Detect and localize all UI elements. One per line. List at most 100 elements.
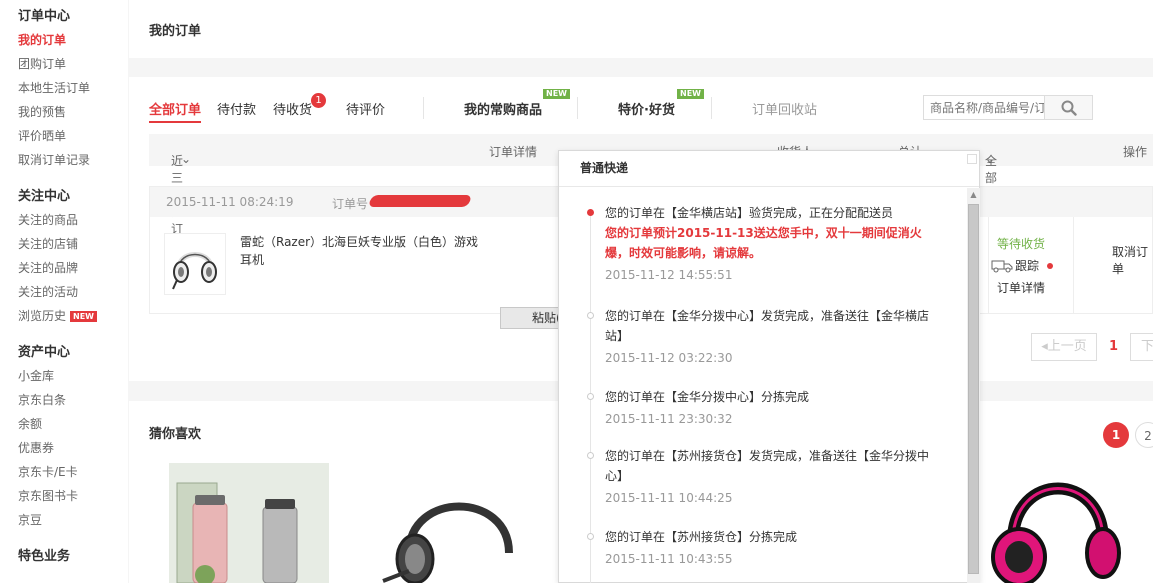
prev-page-button[interactable]: ◂上一页 <box>1031 333 1097 361</box>
search-button[interactable] <box>1044 96 1092 119</box>
event-text: 您的订单在【金华分拨中心】发货完成，准备送往【金华横店站】 <box>605 309 930 343</box>
cancel-order-link[interactable]: 取消订单 <box>1112 243 1152 277</box>
tracking-event: 您的订单在【苏州接货仓】分拣完成 2015-11-11 10:43:55 <box>605 527 945 569</box>
sidebar-group-orders: 订单中心 我的订单 团购订单 本地生活订单 我的预售 评价晒单 取消订单记录 <box>18 6 128 172</box>
sidebar-heading: 资产中心 <box>18 345 71 360</box>
sidebar-heading: 特色业务 <box>18 549 71 564</box>
order-search <box>923 95 1093 120</box>
tab-all-orders[interactable]: 全部订单 <box>149 99 202 123</box>
recommendations-page-2[interactable]: 2 <box>1135 422 1153 448</box>
sidebar-item-balance[interactable]: 余额 <box>18 412 128 436</box>
sidebar-item-jd-beans[interactable]: 京豆 <box>18 508 128 532</box>
tab-pending-receipt[interactable]: 待收货 <box>273 99 312 118</box>
event-time: 2015-11-11 23:30:32 <box>605 412 733 426</box>
scroll-thumb[interactable] <box>968 204 979 574</box>
chevron-down-icon: ⌄ <box>985 152 996 166</box>
scroll-up-arrow-icon[interactable]: ▲ <box>967 188 980 202</box>
sidebar-group-special: 特色业务 <box>18 546 128 568</box>
col-ops: 操作 <box>1123 145 1148 159</box>
event-time: 2015-11-12 14:55:51 <box>605 268 733 282</box>
tracking-event: 您的订单在【金华分拨中心】分拣完成 2015-11-11 23:30:32 <box>605 387 945 429</box>
sidebar-item-vault[interactable]: 小金库 <box>18 364 128 388</box>
timeline-dot <box>587 312 594 319</box>
chevron-down-icon: ⌄ <box>181 152 192 166</box>
event-text: 您的订单在【金华分拨中心】分拣完成 <box>605 390 810 404</box>
timeline-dot <box>587 452 594 459</box>
event-text: 您的订单在【金华横店站】验货完成，正在分配配送员 <box>605 206 894 220</box>
tracking-event: 您的订单在【金华横店站】验货完成，正在分配配送员 您的订单预计2015-11-1… <box>605 203 945 285</box>
pending-receipt-count-badge: 1 <box>311 93 326 108</box>
sidebar-group-assets: 资产中心 小金库 京东白条 余额 优惠券 京东卡/E卡 京东图书卡 京豆 <box>18 342 128 532</box>
sidebar-item-jd-card[interactable]: 京东卡/E卡 <box>18 460 128 484</box>
redaction-mark <box>367 195 473 207</box>
headset-icon <box>172 252 217 290</box>
event-notice: 您的订单预计2015-11-13送达您手中，双十一期间促消火爆，时效可能影响，请… <box>605 226 922 260</box>
search-icon <box>1061 100 1077 116</box>
tab-deals[interactable]: 特价·好货 <box>618 99 675 118</box>
tab-pending-payment[interactable]: 待付款 <box>217 99 256 118</box>
timeline-dot-current <box>587 209 594 216</box>
event-time: 2015-11-11 10:43:55 <box>605 552 733 566</box>
sidebar-item-presale[interactable]: 我的预售 <box>18 100 128 124</box>
order-number-label: 订单号 <box>332 197 369 211</box>
tab-divider <box>577 97 578 119</box>
current-page[interactable]: 1 <box>1109 333 1118 361</box>
title-panel: 我的订单 <box>129 0 1153 58</box>
tab-pending-review[interactable]: 待评价 <box>346 99 385 118</box>
next-page-button[interactable]: 下 <box>1130 333 1153 361</box>
recommended-product-mugs[interactable] <box>169 463 329 583</box>
product-name-link[interactable]: 雷蛇（Razer）北海巨妖专业版（白色）游戏耳机 <box>240 233 480 269</box>
timeline-dot <box>587 533 594 540</box>
headset-product-image <box>382 502 513 583</box>
tab-frequent-products[interactable]: 我的常购商品 <box>464 99 542 118</box>
sidebar-item-followed-products[interactable]: 关注的商品 <box>18 208 128 232</box>
truck-icon <box>991 260 1013 272</box>
recommended-product-headset[interactable] <box>369 471 529 583</box>
sidebar-item-followed-shops[interactable]: 关注的店铺 <box>18 232 128 256</box>
event-time: 2015-11-12 03:22:30 <box>605 351 733 365</box>
col-detail: 订单详情 <box>489 145 538 159</box>
tab-divider <box>711 97 712 119</box>
sidebar-item-my-orders[interactable]: 我的订单 <box>18 28 128 52</box>
recommended-product-pink-headset[interactable] <box>979 461 1149 583</box>
sidebar-item-cancel-records[interactable]: 取消订单记录 <box>18 148 128 172</box>
tab-recycle-bin[interactable]: 订单回收站 <box>752 99 817 118</box>
sidebar-item-group-orders[interactable]: 团购订单 <box>18 52 128 76</box>
sidebar-item-coupons[interactable]: 优惠券 <box>18 436 128 460</box>
sidebar-item-book-card[interactable]: 京东图书卡 <box>18 484 128 508</box>
recommendations-title: 猜你喜欢 <box>149 427 202 442</box>
new-tag: NEW <box>677 89 704 99</box>
search-input[interactable] <box>924 96 1044 119</box>
sidebar-item-reviews[interactable]: 评价晒单 <box>18 124 128 148</box>
pink-headset-product-image <box>991 482 1121 583</box>
track-link[interactable]: 跟踪 <box>991 257 1054 274</box>
event-text: 您的订单在【苏州接货仓】发货完成，准备送往【金华分拨中心】 <box>605 449 930 483</box>
popup-scrollbar[interactable]: ▲ <box>967 188 980 583</box>
sidebar-item-history[interactable]: 浏览历史 NEW <box>18 304 128 328</box>
order-date: 2015-11-11 08:24:19 <box>166 195 294 209</box>
sidebar-item-followed-events[interactable]: 关注的活动 <box>18 280 128 304</box>
status-dot <box>1047 262 1054 269</box>
sidebar-heading: 订单中心 <box>18 9 71 24</box>
sidebar-item-followed-brands[interactable]: 关注的品牌 <box>18 256 128 280</box>
sidebar-item-baitiao[interactable]: 京东白条 <box>18 388 128 412</box>
mug-product-image <box>169 463 329 583</box>
order-status-column: 等待收货 跟踪 订单详情 <box>988 217 1074 313</box>
sidebar: 订单中心 我的订单 团购订单 本地生活订单 我的预售 评价晒单 取消订单记录 关… <box>0 0 128 583</box>
sidebar-item-local-orders[interactable]: 本地生活订单 <box>18 76 128 100</box>
product-thumbnail[interactable] <box>164 233 226 295</box>
order-detail-link[interactable]: 订单详情 <box>997 279 1045 296</box>
recommendations-page-1[interactable]: 1 <box>1103 422 1129 448</box>
new-tag: NEW <box>543 89 570 99</box>
new-badge: NEW <box>70 310 97 322</box>
timeline-dot <box>587 393 594 400</box>
sidebar-group-follow: 关注中心 关注的商品 关注的店铺 关注的品牌 关注的活动 浏览历史 NEW <box>18 186 128 328</box>
order-status: 等待收货 <box>997 237 1046 251</box>
event-text: 您的订单在【苏州接货仓】分拣完成 <box>605 530 798 544</box>
sidebar-item-label: 浏览历史 <box>18 309 67 323</box>
page-title: 我的订单 <box>149 24 202 39</box>
event-time: 2015-11-11 10:44:25 <box>605 491 733 505</box>
track-label: 跟踪 <box>1015 259 1040 273</box>
tracking-event: 您的订单在【苏州接货仓】发货完成，准备送往【金华分拨中心】 2015-11-11… <box>605 446 945 508</box>
popup-corner <box>967 154 977 164</box>
